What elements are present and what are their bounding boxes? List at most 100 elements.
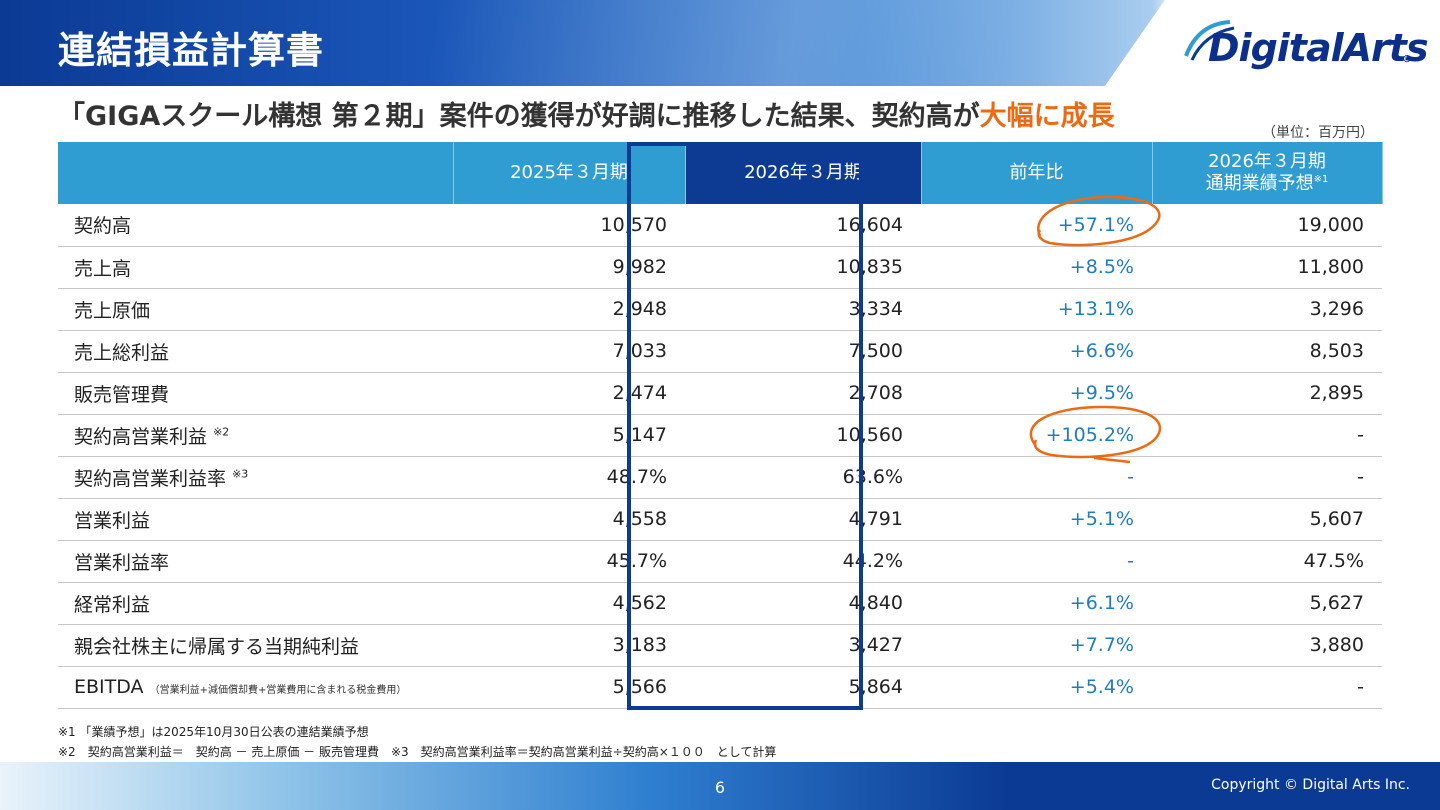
cell-fy2026: 4,840 [685,582,921,625]
cell-yoy: +8.5% [921,246,1152,289]
cell-forecast: 19,000 [1152,204,1382,247]
cell-forecast: - [1152,456,1382,499]
cell-forecast: 3,880 [1152,624,1382,667]
cell-fy2026: 5,864 [685,666,921,709]
table-header-row: 2025年３月期 2026年３月期 前年比 2026年３月期 通期業績予想※1 [58,142,1383,204]
table-row: 契約高営業利益 ※2 5,147 10,560 +105.2% - [58,414,1382,457]
cell-forecast: 11,800 [1152,246,1382,289]
cell-fy2025: 3,183 [453,624,685,667]
row-label-text: 営業利益率 [74,551,170,574]
cell-fy2025: 5,147 [453,414,685,457]
cell-forecast: - [1152,414,1382,457]
cell-forecast: 2,895 [1152,372,1382,415]
header-label [58,142,454,204]
header-forecast-line1: 2026年３月期 [1208,150,1326,172]
row-label-text: EBITDA [74,676,144,698]
header-band: 連結損益計算書 DigitalArts ® [0,0,1440,86]
cell-yoy: +57.1% [921,204,1152,247]
cell-fy2026: 3,334 [685,288,921,331]
copyright: Copyright © Digital Arts Inc. [1211,777,1410,793]
cell-fy2025: 7,033 [453,330,685,373]
row-label-text: 経常利益 [74,593,151,616]
table-body: 契約高 10,570 16,604 +57.1% 19,000 売上高 9,982 10,83… [58,204,1382,709]
row-label: 経常利益 [58,582,453,625]
table-row: 売上原価 2,948 3,334 +13.1% 3,296 [58,288,1382,331]
row-label: 営業利益 [58,498,453,541]
table-row: 親会社株主に帰属する当期純利益 3,183 3,427 +7.7% 3,880 [58,624,1382,667]
row-label-subnote: （営業利益+減価償却費+営業費用に含まれる税金費用） [149,685,407,696]
row-label: 契約高営業利益率 ※3 [58,456,453,499]
cell-yoy: +5.1% [921,498,1152,541]
cell-fy2026: 10,835 [685,246,921,289]
page-title: 連結損益計算書 [58,29,324,72]
headline-text: 「GIGAスクール構想 第２期」案件の獲得が好調に推移した結果、契約高が [58,101,980,132]
row-label: 契約高営業利益 ※2 [58,414,453,457]
cell-yoy: +7.7% [921,624,1152,667]
row-label: 売上高 [58,246,453,289]
cell-forecast: 8,503 [1152,330,1382,373]
footnotes: ※1 「業績予想」は2025年10月30日公表の連結業績予想 ※2 契約高営業利… [58,722,776,762]
row-label-text: 契約高 [74,215,132,238]
row-label-text: 親会社株主に帰属する当期純利益 [74,635,360,658]
table-row: 営業利益 4,558 4,791 +5.1% 5,607 [58,498,1382,541]
header-forecast-line2: 通期業績予想 [1205,173,1314,194]
cell-fy2026: 16,604 [685,204,921,247]
row-label-text: 販売管理費 [74,383,170,406]
header-forecast: 2026年３月期 通期業績予想※1 [1152,142,1383,204]
cell-fy2026: 4,791 [685,498,921,541]
cell-forecast: 5,607 [1152,498,1382,541]
header-forecast-note: ※1 [1313,174,1329,185]
row-label: 営業利益率 [58,540,453,583]
cell-fy2026: 7,500 [685,330,921,373]
row-label: 売上総利益 [58,330,453,373]
footnote-1: ※1 「業績予想」は2025年10月30日公表の連結業績予想 [58,725,369,739]
header-yoy: 前年比 [921,142,1153,204]
cell-fy2025: 2,474 [453,372,685,415]
row-label-text: 売上高 [74,257,132,280]
row-label-text: 売上総利益 [74,341,170,364]
cell-yoy: +13.1% [921,288,1152,331]
table-row: 販売管理費 2,474 2,708 +9.5% 2,895 [58,372,1382,415]
row-label: 契約高 [58,204,453,247]
table-row: 営業利益率 45.7% 44.2% -47.5% [58,540,1382,583]
cell-fy2026: 3,427 [685,624,921,667]
logo-registered-mark: ® [1402,54,1412,65]
row-label: EBITDA （営業利益+減価償却費+営業費用に含まれる税金費用） [58,666,453,709]
table-row: EBITDA （営業利益+減価償却費+営業費用に含まれる税金費用） 5,566 5,… [58,666,1382,709]
cell-yoy: - [921,540,1152,583]
cell-yoy: +6.6% [921,330,1152,373]
table-row: 契約高営業利益率 ※3 48.7% 63.6% - - [58,456,1382,499]
cell-forecast: 47.5% [1152,540,1382,583]
cell-yoy: +105.2% [921,414,1152,457]
cell-yoy: +9.5% [921,372,1152,415]
headline: 「GIGAスクール構想 第２期」案件の獲得が好調に推移した結果、契約高が大幅に成… [58,94,1115,133]
cell-forecast: 3,296 [1152,288,1382,331]
cell-yoy: +6.1% [921,582,1152,625]
row-label-text: 営業利益 [74,509,151,532]
table-row: 契約高 10,570 16,604 +57.1% 19,000 [58,204,1382,247]
row-label-note: ※3 [232,467,249,481]
cell-forecast: - [1152,666,1382,709]
cell-fy2025: 4,562 [453,582,685,625]
cell-yoy: - [921,456,1152,499]
headline-accent: 大幅に成長 [979,101,1115,132]
row-label-text: 契約高営業利益率 [74,467,227,490]
row-label-text: 売上原価 [74,299,151,322]
row-label-note: ※2 [213,425,230,439]
cell-fy2025: 10,570 [453,204,685,247]
row-label: 売上原価 [58,288,453,331]
cell-fy2026: 63.6% [685,456,921,499]
cell-fy2025: 2,948 [453,288,685,331]
company-logo: DigitalArts ® [1178,16,1429,78]
cell-fy2025: 5,566 [453,666,685,709]
income-statement-table-wrap: 2025年３月期 2026年３月期 前年比 2026年３月期 通期業績予想※1 契… [58,142,1383,709]
table-row: 売上総利益 7,033 7,500 +6.6% 8,503 [58,330,1382,373]
cell-fy2026: 44.2% [685,540,921,583]
logo-text: DigitalArts [1208,26,1429,70]
footer-band: 6 Copyright © Digital Arts Inc. [0,762,1440,810]
row-label: 親会社株主に帰属する当期純利益 [58,624,453,667]
footnote-2: ※2 契約高営業利益＝ 契約高 － 売上原価 － 販売管理費 ※3 契約高営業利… [58,745,777,759]
cell-fy2026: 2,708 [685,372,921,415]
cell-yoy: +5.4% [921,666,1152,709]
header-fy2025: 2025年３月期 [453,142,686,204]
